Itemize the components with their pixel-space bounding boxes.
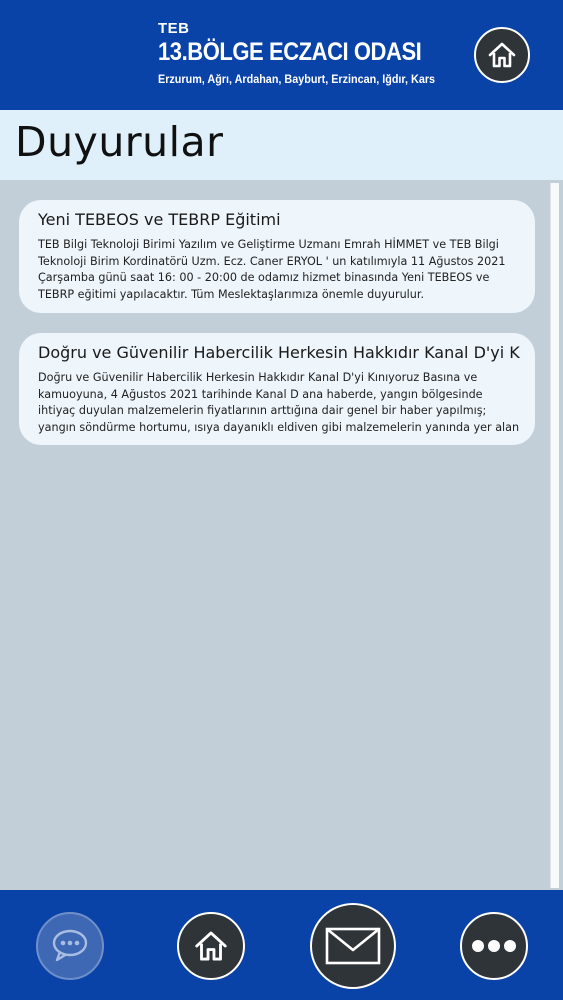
announcement-card[interactable]: Yeni TEBEOS ve TEBRP Eğitimi TEB Bilgi T… <box>19 200 535 313</box>
mail-button[interactable] <box>310 903 396 989</box>
mail-icon <box>325 927 381 965</box>
app-root: TEB 13.BÖLGE ECZACI ODASI Erzurum, Ağrı,… <box>0 0 563 1000</box>
header-home-button[interactable] <box>474 27 530 83</box>
more-button[interactable] <box>460 912 528 980</box>
app-header: TEB 13.BÖLGE ECZACI ODASI Erzurum, Ağrı,… <box>0 0 563 110</box>
org-cities: Erzurum, Ağrı, Ardahan, Bayburt, Erzinca… <box>158 72 436 86</box>
more-dots-icon <box>472 940 516 952</box>
home-button[interactable] <box>177 912 245 980</box>
org-title: 13.BÖLGE ECZACI ODASI <box>158 38 422 66</box>
org-short-name: TEB <box>158 20 190 37</box>
chat-bubble-icon <box>52 929 88 962</box>
announcement-summary: Doğru ve Güvenilir Habercilik Herkesin H… <box>38 371 520 434</box>
announcement-title: Doğru ve Güvenilir Habercilik Herkesin H… <box>38 343 521 362</box>
chat-button[interactable] <box>36 912 104 980</box>
home-icon <box>195 931 227 961</box>
scrollbar[interactable] <box>550 183 559 888</box>
announcement-title: Yeni TEBEOS ve TEBRP Eğitimi <box>38 210 281 229</box>
home-icon <box>488 42 516 68</box>
announcement-summary: TEB Bilgi Teknoloji Birimi Yazılım ve Ge… <box>38 238 506 301</box>
page-title: Duyurular <box>15 118 224 166</box>
announcement-card[interactable]: Doğru ve Güvenilir Habercilik Herkesin H… <box>19 333 535 445</box>
